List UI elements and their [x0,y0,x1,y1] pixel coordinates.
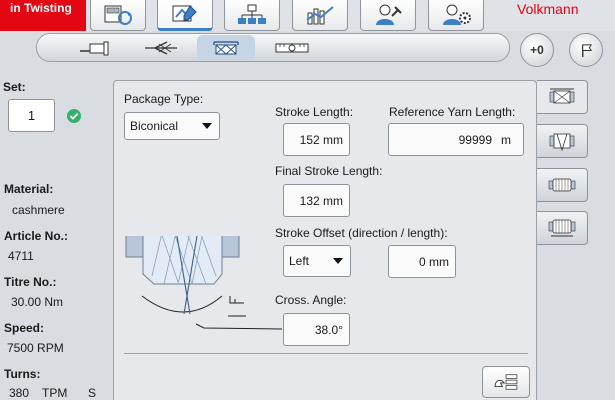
final-stroke-length-label: Final Stroke Length: [275,164,383,178]
package-edit-icon [172,5,197,22]
stroke-offset-length-value: 0 mm [419,254,449,269]
stroke-offset-direction-dropdown[interactable]: Left [283,245,351,277]
brand-tab[interactable]: in Twisting [0,0,86,31]
tab-machine-refresh[interactable] [90,0,146,31]
turns-value: 380 [9,386,30,400]
cross-angle-value: 38.0° [314,322,343,337]
chevron-down-icon [333,258,343,264]
measurement-icon [275,43,309,52]
package-wind-icon [548,178,576,192]
volkmann-logo: Volkmann [517,1,579,17]
turns-unit: TPM [42,386,68,400]
service-person-icon [376,4,402,25]
titre-value: 30.00 Nm [11,295,64,309]
biconical-package-diagram [125,236,283,330]
tab-operator-settings[interactable] [428,0,484,31]
yarn-path-icon [145,40,177,55]
chevron-down-icon [202,123,212,129]
turns-label: Turns: [4,367,41,381]
tab-package-edit[interactable] [157,0,213,31]
set-selector[interactable]: 1 [8,99,55,132]
top-navigation-bar: in Twisting Volkmann [0,0,615,31]
stroke-settings-panel: Package Type: Biconical Stroke Length: 1… [113,80,537,400]
side-tab-wind[interactable] [537,168,588,202]
machine-refresh-icon [104,5,132,25]
stroke-offset-label: Stroke Offset (direction / length): [275,226,448,240]
sub-toolbar [36,33,510,62]
stroke-offset-length-field[interactable]: 0 mm [388,245,456,278]
side-tab-strip [537,78,615,400]
check-icon [67,109,81,123]
stroke-length-field[interactable]: 152 mm [283,123,350,156]
side-tab-traverse[interactable] [537,80,588,114]
subtab-yarn-path[interactable] [132,35,190,60]
titre-label: Titre No.: [4,275,57,289]
article-label: Article No.: [4,229,69,243]
final-stroke-length-field[interactable]: 132 mm [283,184,350,217]
feed-icon [80,41,109,55]
set-value: 1 [27,108,36,123]
stroke-offset-direction-value: Left [289,254,310,268]
stroke-length-value: 152 mm [299,132,343,147]
stroke-length-label: Stroke Length: [275,105,354,119]
reference-yarn-length-field[interactable]: 99999 m [388,123,524,156]
material-value: cashmere [12,203,65,217]
speed-label: Speed: [4,321,45,335]
subtab-feed[interactable] [67,35,125,60]
panel-divider [124,353,528,354]
side-tab-density[interactable] [537,211,588,245]
final-stroke-length-value: 132 mm [299,193,343,208]
hand-winding-icon [494,374,518,390]
flag-icon [581,43,592,57]
tab-chart[interactable] [292,0,348,31]
winding-pattern-button[interactable] [482,366,530,398]
package-angle-icon [549,133,575,152]
traverse-icon [213,40,239,55]
hierarchy-icon [238,4,266,24]
subtab-measurement[interactable] [263,35,321,60]
turns-direction: S [88,386,97,400]
operator-settings-icon [443,4,471,25]
subtab-traverse[interactable] [197,35,255,60]
package-density-icon [548,219,576,237]
tab-service-person[interactable] [360,0,416,31]
zero-reset-icon: +0 [530,43,544,57]
brand-tab-label: in Twisting [10,1,72,15]
reference-yarn-length-unit: m [501,132,511,147]
package-type-dropdown[interactable]: Biconical [124,112,220,140]
side-panel-edge [589,78,615,400]
chart-icon [306,6,334,25]
material-label: Material: [4,182,54,196]
zero-reset-button[interactable]: +0 [520,33,554,67]
speed-value: 7500 RPM [7,341,64,355]
reference-yarn-length-label: Reference Yarn Length: [389,105,516,119]
side-tab-angle[interactable] [537,124,588,158]
flag-button[interactable] [569,33,603,67]
tab-hierarchy[interactable] [224,0,280,31]
package-type-label: Package Type: [124,92,204,106]
cross-angle-field[interactable]: 38.0° [283,313,350,346]
package-type-value: Biconical [130,119,179,133]
article-value: 4711 [8,249,34,263]
set-label: Set: [3,80,26,94]
reference-yarn-length-value: 99999 [458,132,492,147]
package-traverse-icon [549,88,575,104]
